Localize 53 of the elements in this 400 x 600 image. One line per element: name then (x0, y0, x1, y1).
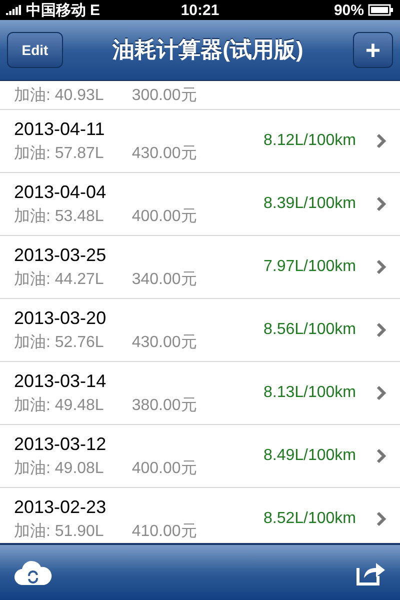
carrier-name: 中国移动 (26, 0, 86, 20)
fuel-cost: 410.00元 (132, 522, 197, 542)
record-date: 2013-03-14 (14, 370, 108, 392)
fuel-amount: 加油: 49.08L (14, 458, 104, 478)
fuel-cost: 300.00元 (132, 86, 197, 106)
chevron-icon (376, 385, 386, 401)
fuel-amount: 加油: 49.48L (14, 396, 104, 416)
list-row[interactable]: 2013-04-04 加油: 53.48L 400.00元 8.39L/100km (0, 173, 400, 236)
fuel-consumption: 8.13L/100km (263, 384, 356, 402)
chevron-icon (376, 511, 386, 527)
fuel-amount: 加油: 57.87L (14, 144, 104, 164)
chevron-icon (376, 322, 386, 338)
fuel-cost: 430.00元 (132, 332, 197, 352)
fuel-amount: 加油: 52.76L (14, 332, 104, 352)
record-date: 2013-03-25 (14, 244, 108, 266)
fuel-cost: 400.00元 (132, 458, 197, 478)
list-row[interactable]: 2013-03-20 加油: 52.76L 430.00元 8.56L/100km (0, 299, 400, 362)
fuel-amount: 加油: 53.48L (14, 206, 104, 226)
fuel-consumption: 8.56L/100km (263, 321, 356, 339)
fuel-consumption: 8.49L/100km (263, 447, 356, 465)
list-row[interactable]: 2013-03-25 加油: 44.27L 340.00元 7.97L/100km (0, 236, 400, 299)
chevron-icon (376, 448, 386, 464)
fuel-cost: 400.00元 (132, 206, 197, 226)
fuel-consumption: 8.39L/100km (263, 195, 356, 213)
clock-time: 10:21 (180, 2, 220, 18)
fuel-consumption: 7.97L/100km (263, 258, 356, 276)
fuel-cost: 430.00元 (132, 144, 197, 164)
record-date: 2013-02-23 (14, 496, 108, 518)
fuel-amount: 加油: 44.27L (14, 270, 104, 290)
signal-icon (6, 4, 22, 16)
list-row[interactable]: 2013-03-12 加油: 49.08L 400.00元 8.49L/100km (0, 425, 400, 488)
list-row[interactable]: 2013-04-11 加油: 57.87L 430.00元 8.12L/100km (0, 110, 400, 173)
record-date: 2013-04-04 (14, 182, 108, 202)
list-row[interactable]: 2013-03-14 加油: 49.48L 380.00元 8.13L/100km (0, 362, 400, 425)
chevron-icon (376, 259, 386, 275)
battery-icon (368, 4, 394, 16)
fuel-cost: 380.00元 (132, 396, 197, 416)
chevron-icon (376, 196, 386, 212)
fuel-cost: 340.00元 (132, 270, 197, 290)
record-date: 2013-03-12 (14, 434, 108, 454)
fuel-amount: 加油: 51.90L (14, 522, 104, 542)
battery-percent: 90% (334, 2, 364, 18)
network-type: E (90, 2, 100, 18)
fuel-amount: 加油: 40.93L (14, 86, 104, 106)
edit-button[interactable]: Edit (7, 32, 63, 68)
record-date: 2013-03-20 (14, 308, 108, 328)
fuel-consumption: 8.52L/100km (263, 510, 356, 528)
record-date: 2013-04-11 (14, 118, 106, 140)
fuel-consumption: 8.12L/100km (263, 132, 356, 150)
add-button[interactable]: + (353, 32, 393, 68)
chevron-icon (376, 133, 386, 149)
cloud-sync-icon[interactable] (14, 560, 52, 586)
nav-title: 油耗计算器(试用版) (112, 36, 304, 64)
